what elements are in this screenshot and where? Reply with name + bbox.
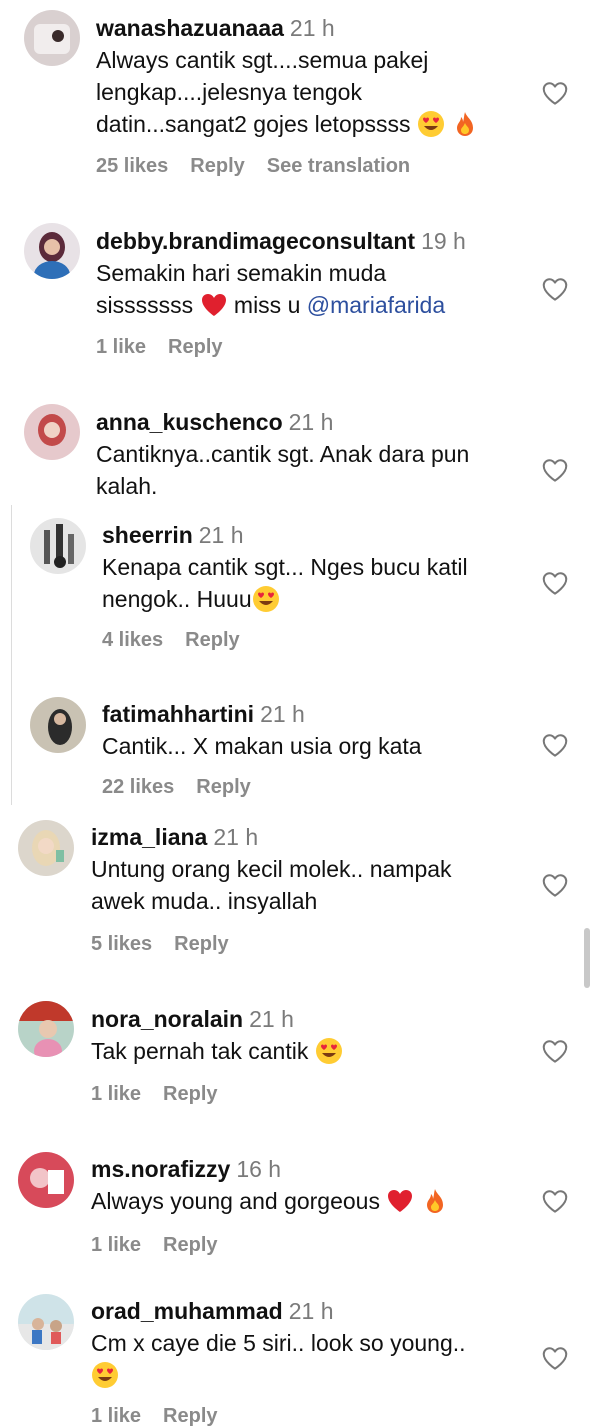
- heart-eyes-emoji: [315, 1037, 343, 1065]
- comment-body-text: miss u: [233, 292, 301, 318]
- username[interactable]: izma_liana: [91, 824, 207, 850]
- comment-text: ms.norafizzy 16 h Always young and gorgeo…: [91, 1153, 449, 1217]
- comment-actions: 1 like Reply: [91, 1083, 240, 1106]
- timestamp: 16 h: [236, 1156, 282, 1182]
- comment-body-line: Kenapa cantik sgt... Nges bucu katil: [102, 554, 468, 580]
- likes-count[interactable]: 1 like: [96, 336, 146, 358]
- fire-emoji: [421, 1187, 449, 1215]
- comment-text: anna_kuschenco 21 h Cantiknya..cantik sgt…: [96, 406, 469, 502]
- avatar[interactable]: [18, 1294, 74, 1350]
- comment-actions: 25 likes Reply See translation: [96, 155, 432, 178]
- comment-body-line: Tak pernah tak cantik: [91, 1038, 309, 1064]
- username[interactable]: wanashazuanaaa: [96, 15, 284, 41]
- comment-text: izma_liana 21 h Untung orang kecil molek.…: [91, 821, 452, 917]
- heart-eyes-emoji: [252, 585, 280, 613]
- reply-button[interactable]: Reply: [190, 155, 244, 177]
- timestamp: 19 h: [421, 228, 466, 254]
- like-heart-icon[interactable]: [540, 274, 570, 304]
- comment-actions: 4 likes Reply: [102, 629, 262, 652]
- timestamp: 21 h: [289, 15, 335, 41]
- mention-link[interactable]: @mariafarida: [307, 292, 445, 318]
- avatar[interactable]: [24, 10, 80, 66]
- reply-button[interactable]: Reply: [163, 1234, 217, 1256]
- likes-count[interactable]: 1 like: [91, 1234, 141, 1256]
- like-heart-icon[interactable]: [540, 1186, 570, 1216]
- like-heart-icon[interactable]: [540, 455, 570, 485]
- comment-body-line: lengkap....jelesnya tengok: [96, 79, 362, 105]
- timestamp: 21 h: [288, 409, 334, 435]
- avatar[interactable]: [24, 223, 80, 279]
- reply-thread-line: [11, 505, 12, 805]
- likes-count[interactable]: 4 likes: [102, 629, 163, 651]
- avatar[interactable]: [24, 404, 80, 460]
- like-heart-icon[interactable]: [540, 870, 570, 900]
- comment-text: debby.brandimageconsultant 19 h Semakin h…: [96, 225, 466, 321]
- comment-actions: 22 likes Reply: [102, 776, 273, 799]
- avatar[interactable]: [18, 1001, 74, 1057]
- avatar[interactable]: [30, 697, 86, 753]
- comment-body-line: Always cantik sgt....semua pakej: [96, 47, 429, 73]
- comment-text: sheerrin 21 h Kenapa cantik sgt... Nges b…: [102, 519, 468, 615]
- comment-actions: 5 likes Reply: [91, 933, 251, 956]
- comment-text: orad_muhammad 21 h Cm x caye die 5 siri..…: [91, 1295, 466, 1391]
- likes-count[interactable]: 22 likes: [102, 776, 174, 798]
- see-translation-button[interactable]: See translation: [267, 155, 410, 177]
- comment-body-line: awek muda.. insyallah: [91, 888, 318, 914]
- timestamp: 21 h: [249, 1006, 294, 1032]
- like-heart-icon[interactable]: [540, 1036, 570, 1066]
- comment-text: nora_noralain 21 h Tak pernah tak cantik: [91, 1003, 343, 1067]
- avatar[interactable]: [18, 820, 74, 876]
- timestamp: 21 h: [213, 824, 259, 850]
- username[interactable]: debby.brandimageconsultant: [96, 228, 415, 254]
- reply-button[interactable]: Reply: [163, 1405, 217, 1427]
- heart-eyes-emoji: [417, 110, 445, 138]
- username[interactable]: anna_kuschenco: [96, 409, 283, 435]
- timestamp: 21 h: [288, 1298, 334, 1324]
- comment-text: wanashazuanaaa 21 h Always cantik sgt....…: [96, 12, 479, 140]
- reply-button[interactable]: Reply: [163, 1083, 217, 1105]
- like-heart-icon[interactable]: [540, 730, 570, 760]
- avatar[interactable]: [30, 518, 86, 574]
- comment-body-line: Cantik... X makan usia org kata: [102, 733, 422, 759]
- like-heart-icon[interactable]: [540, 568, 570, 598]
- heart-eyes-emoji: [91, 1361, 119, 1389]
- username[interactable]: fatimahhartini: [102, 701, 254, 727]
- comment-actions: 1 like Reply: [96, 336, 245, 359]
- like-heart-icon[interactable]: [540, 78, 570, 108]
- timestamp: 21 h: [198, 522, 244, 548]
- red-heart-emoji: [386, 1187, 414, 1215]
- comment-actions: 1 like Reply: [91, 1234, 240, 1257]
- timestamp: 21 h: [260, 701, 305, 727]
- username[interactable]: orad_muhammad: [91, 1298, 283, 1324]
- reply-button[interactable]: Reply: [174, 933, 228, 955]
- reply-button[interactable]: Reply: [168, 336, 222, 358]
- likes-count[interactable]: 25 likes: [96, 155, 168, 177]
- username[interactable]: nora_noralain: [91, 1006, 243, 1032]
- likes-count[interactable]: 1 like: [91, 1083, 141, 1105]
- comment-actions: 1 like Reply: [91, 1405, 240, 1428]
- reply-button[interactable]: Reply: [185, 629, 239, 651]
- avatar[interactable]: [18, 1152, 74, 1208]
- comment-body-line: Semakin hari semakin muda: [96, 260, 387, 286]
- comment-body-line: datin...sangat2 gojes letopssss: [96, 111, 411, 137]
- likes-count[interactable]: 5 likes: [91, 933, 152, 955]
- reply-button[interactable]: Reply: [196, 776, 250, 798]
- red-heart-emoji: [200, 291, 228, 319]
- likes-count[interactable]: 1 like: [91, 1405, 141, 1427]
- comment-body-line: nengok.. Huuu: [102, 586, 252, 612]
- like-heart-icon[interactable]: [540, 1343, 570, 1373]
- comment-text: fatimahhartini 21 h Cantik... X makan usi…: [102, 698, 422, 762]
- username[interactable]: ms.norafizzy: [91, 1156, 230, 1182]
- username[interactable]: sheerrin: [102, 522, 193, 548]
- comment-body-line: kalah.: [96, 473, 158, 499]
- comment-body-line: Always young and gorgeous: [91, 1188, 380, 1214]
- fire-emoji: [451, 110, 479, 138]
- comment-body-line: Cm x caye die 5 siri.. look so young..: [91, 1330, 466, 1356]
- comment-body-line: Cantiknya..cantik sgt. Anak dara pun: [96, 441, 470, 467]
- comment-body-line: Untung orang kecil molek.. nampak: [91, 856, 452, 882]
- scrollbar-thumb[interactable]: [584, 928, 590, 988]
- comment-body-line: sisssssss: [96, 292, 194, 318]
